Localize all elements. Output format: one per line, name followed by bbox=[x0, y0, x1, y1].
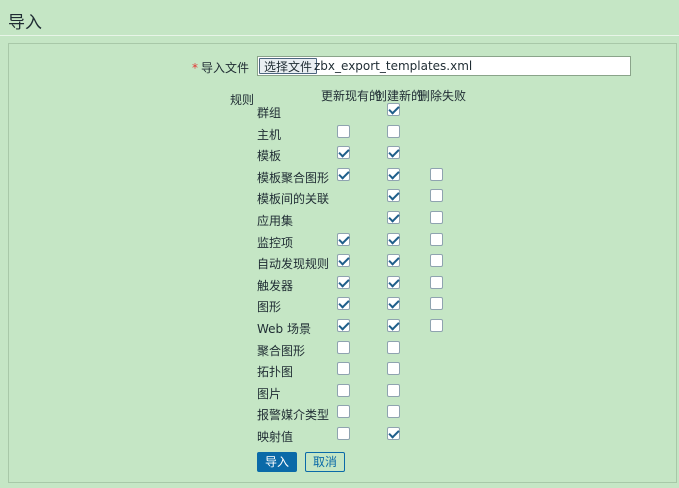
rule-name: 映射值 bbox=[257, 430, 294, 444]
rule-name: 图片 bbox=[257, 387, 282, 401]
checkbox-delete[interactable] bbox=[430, 233, 443, 246]
choose-file-button[interactable]: 选择文件 bbox=[259, 58, 318, 74]
checkbox-update[interactable] bbox=[337, 341, 350, 354]
rule-name: 模板间的关联 bbox=[257, 192, 330, 206]
checkbox-update[interactable] bbox=[337, 319, 350, 332]
checkbox-delete[interactable] bbox=[430, 189, 443, 202]
file-input[interactable]: 选择文件 zbx_export_templates.xml bbox=[257, 56, 631, 76]
rule-row: 群组 bbox=[0, 102, 679, 122]
checkbox-update[interactable] bbox=[337, 384, 350, 397]
rule-name: 模板 bbox=[257, 149, 282, 163]
checkbox-update[interactable] bbox=[337, 405, 350, 418]
checkbox-update[interactable] bbox=[337, 146, 350, 159]
cancel-button[interactable]: 取消 bbox=[305, 452, 345, 472]
checkbox-create[interactable] bbox=[387, 189, 400, 202]
checkbox-update[interactable] bbox=[337, 168, 350, 181]
checkbox-create[interactable] bbox=[387, 103, 400, 116]
checkbox-create[interactable] bbox=[387, 384, 400, 397]
rule-name: 报警媒介类型 bbox=[257, 408, 330, 422]
checkbox-create[interactable] bbox=[387, 297, 400, 310]
checkbox-create[interactable] bbox=[387, 427, 400, 440]
title-divider bbox=[0, 35, 679, 36]
checkbox-create[interactable] bbox=[387, 146, 400, 159]
rule-row: 模板聚合图形 bbox=[0, 167, 679, 187]
rule-row: Web 场景 bbox=[0, 318, 679, 338]
rule-row: 图片 bbox=[0, 383, 679, 403]
rule-row: 拓扑图 bbox=[0, 361, 679, 381]
required-mark: * bbox=[191, 61, 198, 75]
checkbox-create[interactable] bbox=[387, 362, 400, 375]
rule-row: 模板间的关联 bbox=[0, 188, 679, 208]
rule-name: 拓扑图 bbox=[257, 365, 294, 379]
page-title: 导入 bbox=[8, 13, 42, 33]
checkbox-update[interactable] bbox=[337, 427, 350, 440]
checkbox-create[interactable] bbox=[387, 319, 400, 332]
rule-name: 监控项 bbox=[257, 236, 294, 250]
checkbox-create[interactable] bbox=[387, 233, 400, 246]
import-file-label: * 导入文件 bbox=[192, 59, 249, 76]
checkbox-create[interactable] bbox=[387, 125, 400, 138]
checkbox-create[interactable] bbox=[387, 211, 400, 224]
checkbox-delete[interactable] bbox=[430, 211, 443, 224]
checkbox-update[interactable] bbox=[337, 125, 350, 138]
rule-name: 触发器 bbox=[257, 279, 294, 293]
rule-name: 模板聚合图形 bbox=[257, 171, 330, 185]
rule-row: 聚合图形 bbox=[0, 340, 679, 360]
checkbox-create[interactable] bbox=[387, 341, 400, 354]
rule-row: 应用集 bbox=[0, 210, 679, 230]
checkbox-update[interactable] bbox=[337, 233, 350, 246]
import-file-label-text: 导入文件 bbox=[200, 61, 249, 75]
rule-name: 聚合图形 bbox=[257, 344, 306, 358]
checkbox-update[interactable] bbox=[337, 254, 350, 267]
checkbox-delete[interactable] bbox=[430, 276, 443, 289]
rule-row: 映射值 bbox=[0, 426, 679, 446]
checkbox-delete[interactable] bbox=[430, 168, 443, 181]
rule-row: 报警媒介类型 bbox=[0, 404, 679, 424]
rule-row: 图形 bbox=[0, 296, 679, 316]
rule-name: Web 场景 bbox=[257, 322, 311, 336]
checkbox-delete[interactable] bbox=[430, 297, 443, 310]
import-button[interactable]: 导入 bbox=[257, 452, 297, 472]
rule-row: 自动发现规则 bbox=[0, 253, 679, 273]
checkbox-create[interactable] bbox=[387, 168, 400, 181]
rule-name: 主机 bbox=[257, 128, 282, 142]
rule-name: 自动发现规则 bbox=[257, 257, 330, 271]
rule-name: 群组 bbox=[257, 106, 282, 120]
checkbox-update[interactable] bbox=[337, 276, 350, 289]
checkbox-create[interactable] bbox=[387, 276, 400, 289]
checkbox-delete[interactable] bbox=[430, 319, 443, 332]
selected-file-name: zbx_export_templates.xml bbox=[314, 59, 473, 73]
checkbox-update[interactable] bbox=[337, 362, 350, 375]
checkbox-delete[interactable] bbox=[430, 254, 443, 267]
rule-row: 主机 bbox=[0, 124, 679, 144]
rule-name: 应用集 bbox=[257, 214, 294, 228]
checkbox-create[interactable] bbox=[387, 254, 400, 267]
rule-row: 监控项 bbox=[0, 232, 679, 252]
rule-row: 模板 bbox=[0, 145, 679, 165]
rule-row: 触发器 bbox=[0, 275, 679, 295]
checkbox-create[interactable] bbox=[387, 405, 400, 418]
rule-name: 图形 bbox=[257, 300, 282, 314]
checkbox-update[interactable] bbox=[337, 297, 350, 310]
